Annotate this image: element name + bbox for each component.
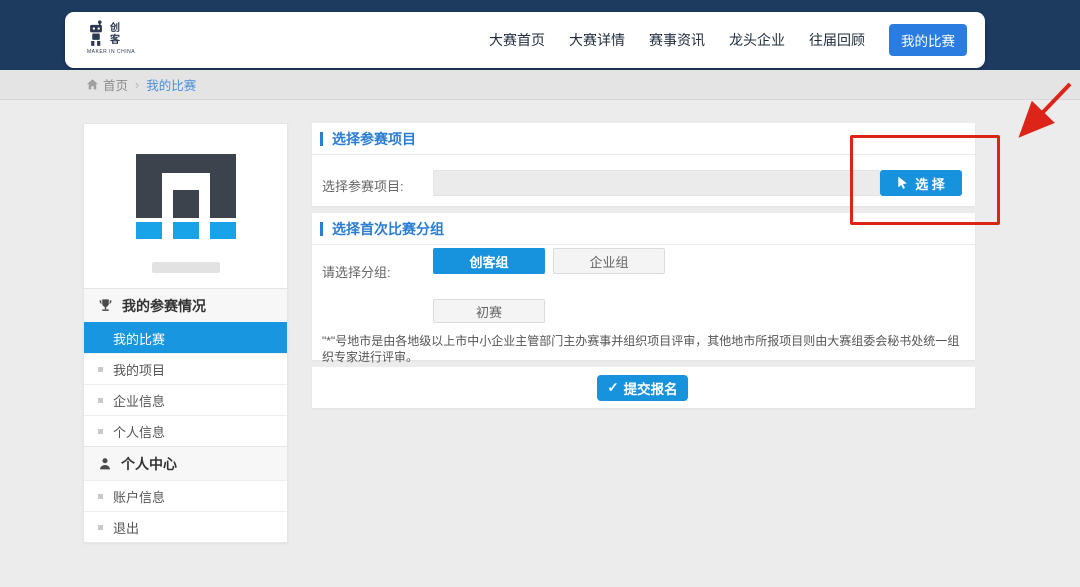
bullet-icon <box>98 367 103 372</box>
home-icon <box>86 78 99 91</box>
breadcrumb-home-link[interactable]: 首页 <box>86 75 128 94</box>
breadcrumb-separator: › <box>135 78 139 92</box>
section-accent-bar <box>320 222 323 236</box>
site-header: 创 客 MAKER IN CHINA 大赛首页 大赛详情 赛事资讯 龙头企业 往… <box>65 12 985 68</box>
sidebar-item-label: 账户信息 <box>113 487 165 506</box>
bullet-icon <box>98 494 103 499</box>
sidebar-item-my-competition[interactable]: 我的比赛 <box>84 322 287 353</box>
submit-button-label: 提交报名 <box>624 378 678 398</box>
group-option-enterprise[interactable]: 企业组 <box>553 248 665 274</box>
submit-registration-button[interactable]: ✓ 提交报名 <box>597 375 688 401</box>
logo-char-2: 客 <box>110 35 120 46</box>
breadcrumb-current[interactable]: 我的比赛 <box>146 75 196 94</box>
cursor-pointer-icon <box>897 176 909 190</box>
select-button-label: 选 择 <box>915 174 945 193</box>
sidebar-item-label: 退出 <box>113 518 139 537</box>
panel-select-project: 选择参赛项目 选择参赛项目: 选 择 <box>312 123 975 206</box>
nav-button-my-competition[interactable]: 我的比赛 <box>889 24 967 56</box>
sidebar-item-account-info[interactable]: 账户信息 <box>84 480 287 511</box>
sidebar-item-logout[interactable]: 退出 <box>84 511 287 542</box>
round-option-preliminary[interactable]: 初赛 <box>433 299 545 323</box>
trophy-icon <box>98 298 113 313</box>
sidebar-item-my-projects[interactable]: 我的项目 <box>84 353 287 384</box>
section-header: 选择首次比赛分组 <box>312 213 975 245</box>
check-icon: ✓ <box>607 380 618 396</box>
footnote: "*"号地市是由各地级以上市中小企业主管部门主办赛事并组织项目评审，其他地市所报… <box>322 333 970 365</box>
nav-item-home[interactable]: 大赛首页 <box>489 30 545 50</box>
sidebar-section-title: 我的参赛情况 <box>122 296 206 316</box>
project-input[interactable] <box>433 170 880 196</box>
sidebar-item-label: 个人信息 <box>113 422 165 441</box>
user-icon <box>98 457 112 471</box>
sidebar-section-participation: 我的参赛情况 <box>84 288 287 322</box>
avatar-box <box>84 124 287 288</box>
logo-char-1: 创 <box>110 23 120 34</box>
nav-item-enterprises[interactable]: 龙头企业 <box>729 30 785 50</box>
sidebar-item-label: 我的比赛 <box>113 329 165 348</box>
robot-logo-icon <box>85 20 107 48</box>
sidebar-section-personal-center: 个人中心 <box>84 446 287 480</box>
panel-submit: ✓ 提交报名 <box>312 367 975 408</box>
section-title: 选择参赛项目 <box>332 129 416 149</box>
project-field-label: 选择参赛项目: <box>322 176 404 195</box>
nav-item-past[interactable]: 往届回顾 <box>809 30 865 50</box>
bullet-icon <box>98 398 103 403</box>
group-option-maker[interactable]: 创客组 <box>433 248 545 274</box>
sidebar-item-company-info[interactable]: 企业信息 <box>84 384 287 415</box>
breadcrumb: 首页 › 我的比赛 <box>0 70 1080 100</box>
bullet-icon <box>98 429 103 434</box>
username-redacted <box>152 262 220 273</box>
section-accent-bar <box>320 132 323 146</box>
select-project-button[interactable]: 选 择 <box>880 170 962 196</box>
logo-caption: MAKER IN CHINA <box>87 49 175 55</box>
site-logo[interactable]: 创 客 MAKER IN CHINA <box>85 20 175 62</box>
section-title: 选择首次比赛分组 <box>332 219 444 239</box>
nav-item-details[interactable]: 大赛详情 <box>569 30 625 50</box>
group-field-label: 请选择分组: <box>322 262 391 281</box>
section-header: 选择参赛项目 <box>312 123 975 155</box>
sidebar-item-label: 我的项目 <box>113 360 165 379</box>
nav-item-news[interactable]: 赛事资讯 <box>649 30 705 50</box>
sidebar-section-title: 个人中心 <box>121 454 177 474</box>
bullet-icon <box>98 525 103 530</box>
panel-select-group: 选择首次比赛分组 请选择分组: 创客组 企业组 初赛 "*"号地市是由各地级以上… <box>312 213 975 360</box>
sidebar: 我的参赛情况 我的比赛 我的项目 企业信息 个人信息 个人中心 账户信息 退出 <box>83 123 288 543</box>
user-m-logo <box>136 154 236 239</box>
sidebar-item-label: 企业信息 <box>113 391 165 410</box>
main-nav: 大赛首页 大赛详情 赛事资讯 龙头企业 往届回顾 我的比赛 <box>489 12 967 68</box>
breadcrumb-home-label: 首页 <box>103 75 128 94</box>
sidebar-item-personal-info[interactable]: 个人信息 <box>84 415 287 446</box>
